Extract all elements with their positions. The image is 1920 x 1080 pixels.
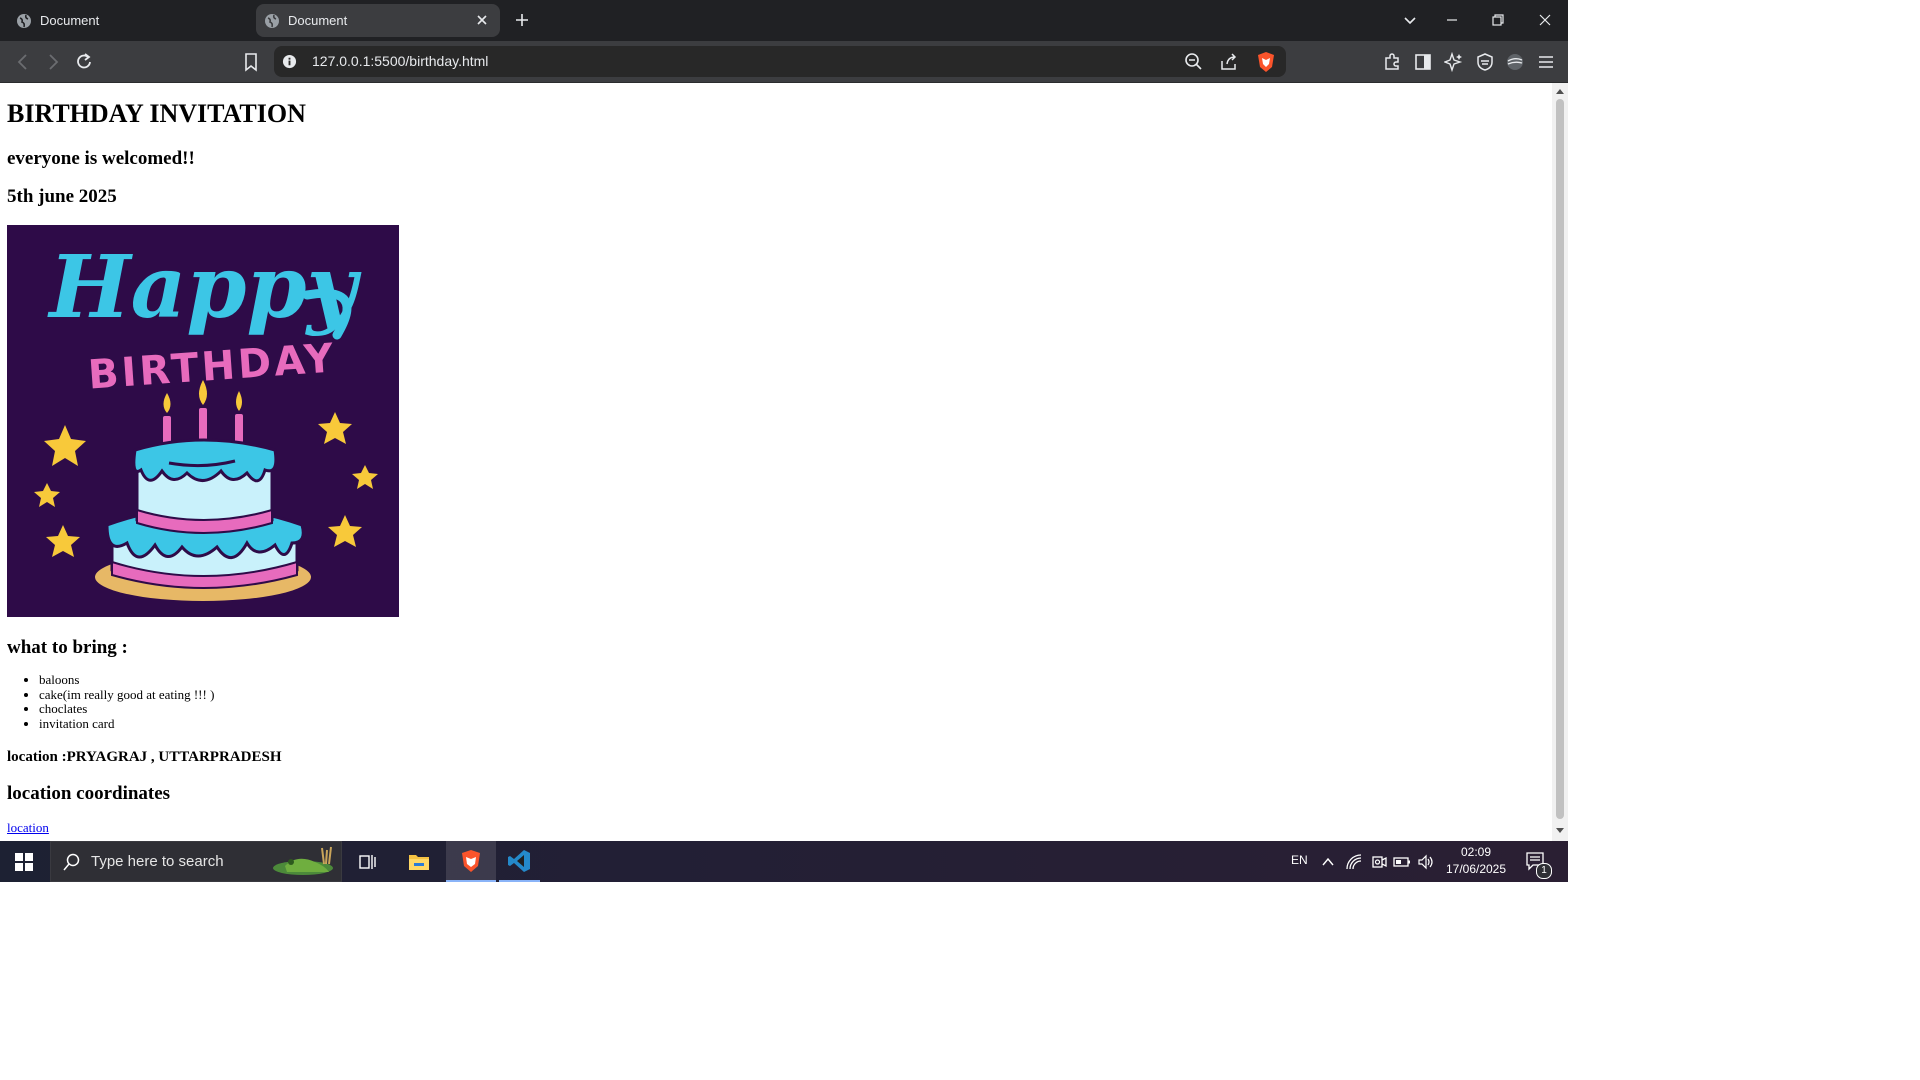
list-item: invitation card [39, 716, 214, 732]
windows-taskbar: Type here to search EN 02:09 17/06/2025 … [0, 841, 1568, 882]
webcam-icon[interactable] [1370, 853, 1388, 871]
language-indicator[interactable]: EN [1291, 853, 1308, 867]
task-view-icon[interactable] [356, 850, 380, 874]
search-icon [63, 853, 80, 871]
brave-shields-icon[interactable] [1256, 51, 1276, 73]
back-icon[interactable] [12, 51, 34, 73]
notification-badge: 1 [1536, 863, 1552, 879]
vpn-shield-icon[interactable] [1475, 52, 1495, 72]
close-tab-icon[interactable] [474, 12, 490, 28]
tab-document-1[interactable]: Document [8, 4, 248, 37]
coords-heading: location coordinates [7, 783, 171, 804]
clock-time: 02:09 [1460, 845, 1492, 859]
new-tab-icon[interactable] [512, 10, 532, 30]
tab-strip: Document Document [0, 0, 1568, 41]
windows-start-icon[interactable] [14, 852, 34, 872]
wallet-icon[interactable] [1505, 52, 1525, 72]
forward-icon[interactable] [42, 51, 64, 73]
wifi-icon[interactable] [1345, 853, 1363, 871]
tab-label: Document [40, 13, 100, 28]
browser-toolbar: 127.0.0.1:5500/birthday.html [0, 41, 1568, 83]
reload-icon[interactable] [73, 51, 95, 73]
location-text: location :PRYAGRAJ , UTTARPRADESH [7, 749, 282, 765]
brave-taskbar-button[interactable] [446, 841, 496, 882]
zoom-icon[interactable] [1184, 52, 1204, 72]
system-clock[interactable]: 02:09 17/06/2025 [1440, 844, 1512, 878]
bookmark-icon[interactable] [240, 51, 262, 73]
list-item: choclates [39, 702, 214, 717]
restore-icon[interactable] [1488, 10, 1508, 30]
globe-icon [17, 13, 31, 28]
vscode-icon [508, 850, 530, 872]
search-placeholder: Type here to search [91, 853, 224, 870]
clock-date: 17/06/2025 [1445, 862, 1507, 876]
file-explorer-icon[interactable] [407, 850, 431, 874]
share-icon[interactable] [1219, 52, 1239, 72]
leo-ai-icon[interactable] [1444, 52, 1464, 72]
bring-heading: what to bring : [7, 637, 128, 658]
menu-icon[interactable] [1536, 52, 1556, 72]
battery-icon[interactable] [1393, 853, 1411, 871]
taskbar-search[interactable]: Type here to search [50, 841, 342, 882]
bring-list: baloons cake(im really good at eating !!… [0, 672, 214, 732]
address-bar[interactable]: 127.0.0.1:5500/birthday.html [274, 46, 1286, 77]
sidebar-icon[interactable] [1413, 52, 1433, 72]
close-window-icon[interactable] [1535, 10, 1555, 30]
scroll-down-icon[interactable] [1555, 827, 1565, 835]
volume-icon[interactable] [1417, 853, 1435, 871]
happy-text: Happy [46, 237, 361, 338]
page-content: BIRTHDAY INVITATION everyone is welcomed… [0, 83, 1552, 841]
chevron-up-icon[interactable] [1320, 854, 1336, 870]
page-title: BIRTHDAY INVITATION [7, 99, 306, 128]
site-info-icon[interactable] [282, 54, 297, 69]
scroll-up-icon[interactable] [1555, 87, 1565, 95]
happy-birthday-image: Happy BIRTHDAY [7, 225, 399, 617]
page-scrollbar[interactable] [1552, 83, 1568, 841]
url-text[interactable]: 127.0.0.1:5500/birthday.html [312, 53, 488, 69]
list-item: cake(im really good at eating !!! ) [39, 687, 214, 703]
tab-document-2[interactable]: Document [256, 4, 500, 37]
tab-search-chevron-icon[interactable] [1400, 10, 1420, 30]
vscode-taskbar-button[interactable] [497, 841, 542, 882]
date-heading: 5th june 2025 [7, 186, 117, 207]
search-highlight-icon [273, 846, 333, 875]
scrollbar-thumb[interactable] [1556, 99, 1564, 819]
location-link[interactable]: location [7, 820, 49, 836]
list-item: baloons [39, 672, 214, 688]
extensions-icon[interactable] [1382, 52, 1402, 72]
tab-label: Document [288, 13, 348, 28]
minimize-icon[interactable] [1442, 10, 1462, 30]
welcome-heading: everyone is welcomed!! [7, 148, 195, 169]
globe-icon [265, 13, 279, 28]
brave-browser-icon [462, 850, 480, 872]
